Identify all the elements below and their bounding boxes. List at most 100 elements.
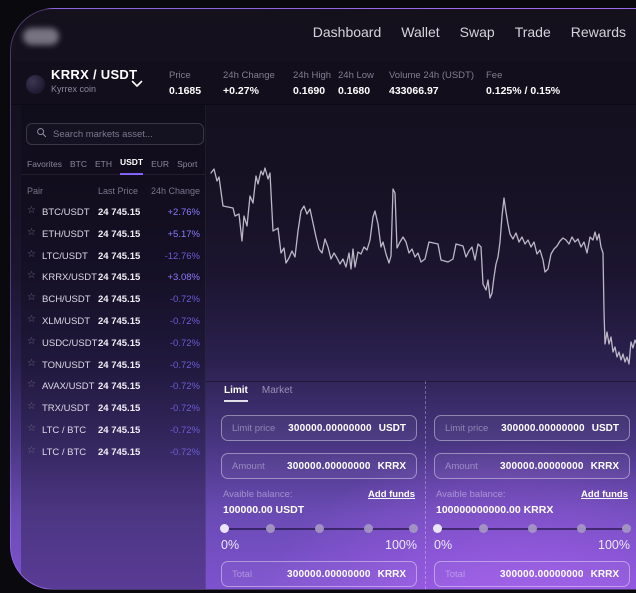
stat-label: Fee xyxy=(486,70,560,81)
col-pair: Pair xyxy=(27,186,43,196)
nav-item-rewards[interactable]: Rewards xyxy=(571,24,626,40)
slider-step[interactable] xyxy=(364,524,373,533)
star-icon[interactable]: ☆ xyxy=(27,228,36,238)
tabs-divider xyxy=(21,174,205,175)
table-row[interactable]: ☆BTC/USDT24 745.15+2.76% xyxy=(21,202,205,224)
slider-step[interactable] xyxy=(622,524,631,533)
add-funds-link[interactable]: Add funds xyxy=(368,489,415,500)
order-form-right: Limit price 300000.00000000USDT Amount 3… xyxy=(434,385,630,587)
tab-usdt[interactable]: USDT xyxy=(120,157,143,175)
stat-price: Price 0.1685 xyxy=(169,70,201,97)
star-icon[interactable]: ☆ xyxy=(27,315,36,325)
market-tabs: Favorites BTC ETH USDT EUR Sport xyxy=(27,157,197,175)
slider-handle[interactable] xyxy=(220,524,229,533)
tab-eur[interactable]: EUR xyxy=(151,159,169,175)
price-line xyxy=(211,168,636,364)
amount-input[interactable]: Amount 300000.00000000KRRX xyxy=(434,453,630,479)
chevron-down-icon[interactable] xyxy=(131,75,143,93)
stat-value: 0.125% / 0.15% xyxy=(486,85,560,97)
market-rows: ☆BTC/USDT24 745.15+2.76% ☆ETH/USDT24 745… xyxy=(21,202,205,464)
amount-slider[interactable] xyxy=(221,524,417,533)
table-row[interactable]: ☆AVAX/USDT24 745.15-0.72% xyxy=(21,376,205,398)
nav-item-trade[interactable]: Trade xyxy=(515,24,551,40)
table-row[interactable]: ☆BCH/USDT24 745.15-0.72% xyxy=(21,289,205,311)
tab-limit[interactable]: Limit xyxy=(224,385,248,402)
star-icon[interactable]: ☆ xyxy=(27,293,36,303)
stat-fee: Fee 0.125% / 0.15% xyxy=(486,70,560,97)
forms-top-divider xyxy=(206,381,636,382)
table-row[interactable]: ☆XLM/USDT24 745.15-0.72% xyxy=(21,311,205,333)
slider-step[interactable] xyxy=(577,524,586,533)
available-balance-label: Avaible balance: xyxy=(223,489,293,500)
star-icon[interactable]: ☆ xyxy=(27,424,36,434)
table-row[interactable]: ☆TRX/USDT24 745.15-0.72% xyxy=(21,398,205,420)
nav-item-swap[interactable]: Swap xyxy=(460,24,495,40)
table-row[interactable]: ☆TON/USDT24 745.15-0.72% xyxy=(21,355,205,377)
stat-label: 24h Change xyxy=(223,70,275,81)
tab-sport[interactable]: Sport xyxy=(177,159,197,175)
slider-step[interactable] xyxy=(409,524,418,533)
slider-step[interactable] xyxy=(315,524,324,533)
page: Dashboard Wallet Swap Trade Rewards KRRX… xyxy=(0,0,636,593)
markets-panel: Search markets asset... Favorites BTC ET… xyxy=(21,105,206,590)
star-icon[interactable]: ☆ xyxy=(27,402,36,412)
stat-value: 0.1680 xyxy=(338,85,374,97)
slider-handle[interactable] xyxy=(433,524,442,533)
stat-label: 24h High xyxy=(293,70,331,81)
stat-label: 24h Low xyxy=(338,70,374,81)
star-icon[interactable]: ☆ xyxy=(27,206,36,216)
table-row[interactable]: ☆LTC / BTC24 745.15-0.72% xyxy=(21,420,205,442)
table-row[interactable]: ☆USDC/USDT24 745.15-0.72% xyxy=(21,333,205,355)
stat-24h-change: 24h Change +0.27% xyxy=(223,70,275,97)
search-input[interactable]: Search markets asset... xyxy=(26,123,204,145)
limit-price-input[interactable]: Limit price 300000.00000000USDT xyxy=(434,415,630,441)
slider-step[interactable] xyxy=(479,524,488,533)
top-nav: Dashboard Wallet Swap Trade Rewards xyxy=(11,9,636,55)
tab-btc[interactable]: BTC xyxy=(70,159,87,175)
nav-item-dashboard[interactable]: Dashboard xyxy=(313,24,382,40)
table-row[interactable]: ☆ETH/USDT24 745.15+5.17% xyxy=(21,224,205,246)
star-icon[interactable]: ☆ xyxy=(27,359,36,369)
pair-header: KRRX / USDT Kyrrex coin Price 0.1685 24h… xyxy=(11,61,636,105)
available-balance-label: Avaible balance: xyxy=(436,489,506,500)
slider-max-label: 100% xyxy=(598,538,630,552)
tab-market[interactable]: Market xyxy=(262,385,293,400)
star-icon[interactable]: ☆ xyxy=(27,250,36,260)
available-balance-value: 100000.00 USDT xyxy=(221,504,417,516)
order-type-tabs: Limit Market xyxy=(221,385,417,409)
stat-label: Price xyxy=(169,70,201,81)
stat-value: 433066.97 xyxy=(389,85,474,97)
star-icon[interactable]: ☆ xyxy=(27,337,36,347)
total-input[interactable]: Total 300000.00000000KRRX xyxy=(221,561,417,587)
slider-step[interactable] xyxy=(528,524,537,533)
slider-step[interactable] xyxy=(266,524,275,533)
amount-input[interactable]: Amount 300000.00000000KRRX xyxy=(221,453,417,479)
col-24h-change: 24h Change xyxy=(151,186,200,196)
order-form-left: Limit Market Limit price 300000.00000000… xyxy=(221,385,417,587)
app-window: Dashboard Wallet Swap Trade Rewards KRRX… xyxy=(10,8,636,590)
amount-slider[interactable] xyxy=(434,524,630,533)
nav-items: Dashboard Wallet Swap Trade Rewards xyxy=(313,9,626,55)
search-icon xyxy=(36,125,47,143)
table-row[interactable]: ☆LTC/USDT24 745.15-12.76% xyxy=(21,246,205,268)
table-row[interactable]: ☆LTC / BTC24 745.15-0.72% xyxy=(21,442,205,464)
slider-min-label: 0% xyxy=(434,538,452,552)
tab-favorites[interactable]: Favorites xyxy=(27,159,62,175)
stat-24h-low: 24h Low 0.1680 xyxy=(338,70,374,97)
total-input[interactable]: Total 300000.00000000KRRX xyxy=(434,561,630,587)
slider-min-label: 0% xyxy=(221,538,239,552)
stat-value: 0.1685 xyxy=(169,85,201,97)
add-funds-link[interactable]: Add funds xyxy=(581,489,628,500)
star-icon[interactable]: ☆ xyxy=(27,271,36,281)
nav-item-wallet[interactable]: Wallet xyxy=(401,24,439,40)
stat-label: Volume 24h (USDT) xyxy=(389,70,474,81)
limit-price-input[interactable]: Limit price 300000.00000000USDT xyxy=(221,415,417,441)
tab-eth[interactable]: ETH xyxy=(95,159,112,175)
table-row[interactable]: ☆KRRX/USDT24 745.15+3.08% xyxy=(21,267,205,289)
pair-title[interactable]: KRRX / USDT xyxy=(51,67,137,82)
slider-max-label: 100% xyxy=(385,538,417,552)
stat-volume: Volume 24h (USDT) 433066.97 xyxy=(389,70,474,97)
stat-value: +0.27% xyxy=(223,85,275,97)
star-icon[interactable]: ☆ xyxy=(27,446,36,456)
star-icon[interactable]: ☆ xyxy=(27,380,36,390)
